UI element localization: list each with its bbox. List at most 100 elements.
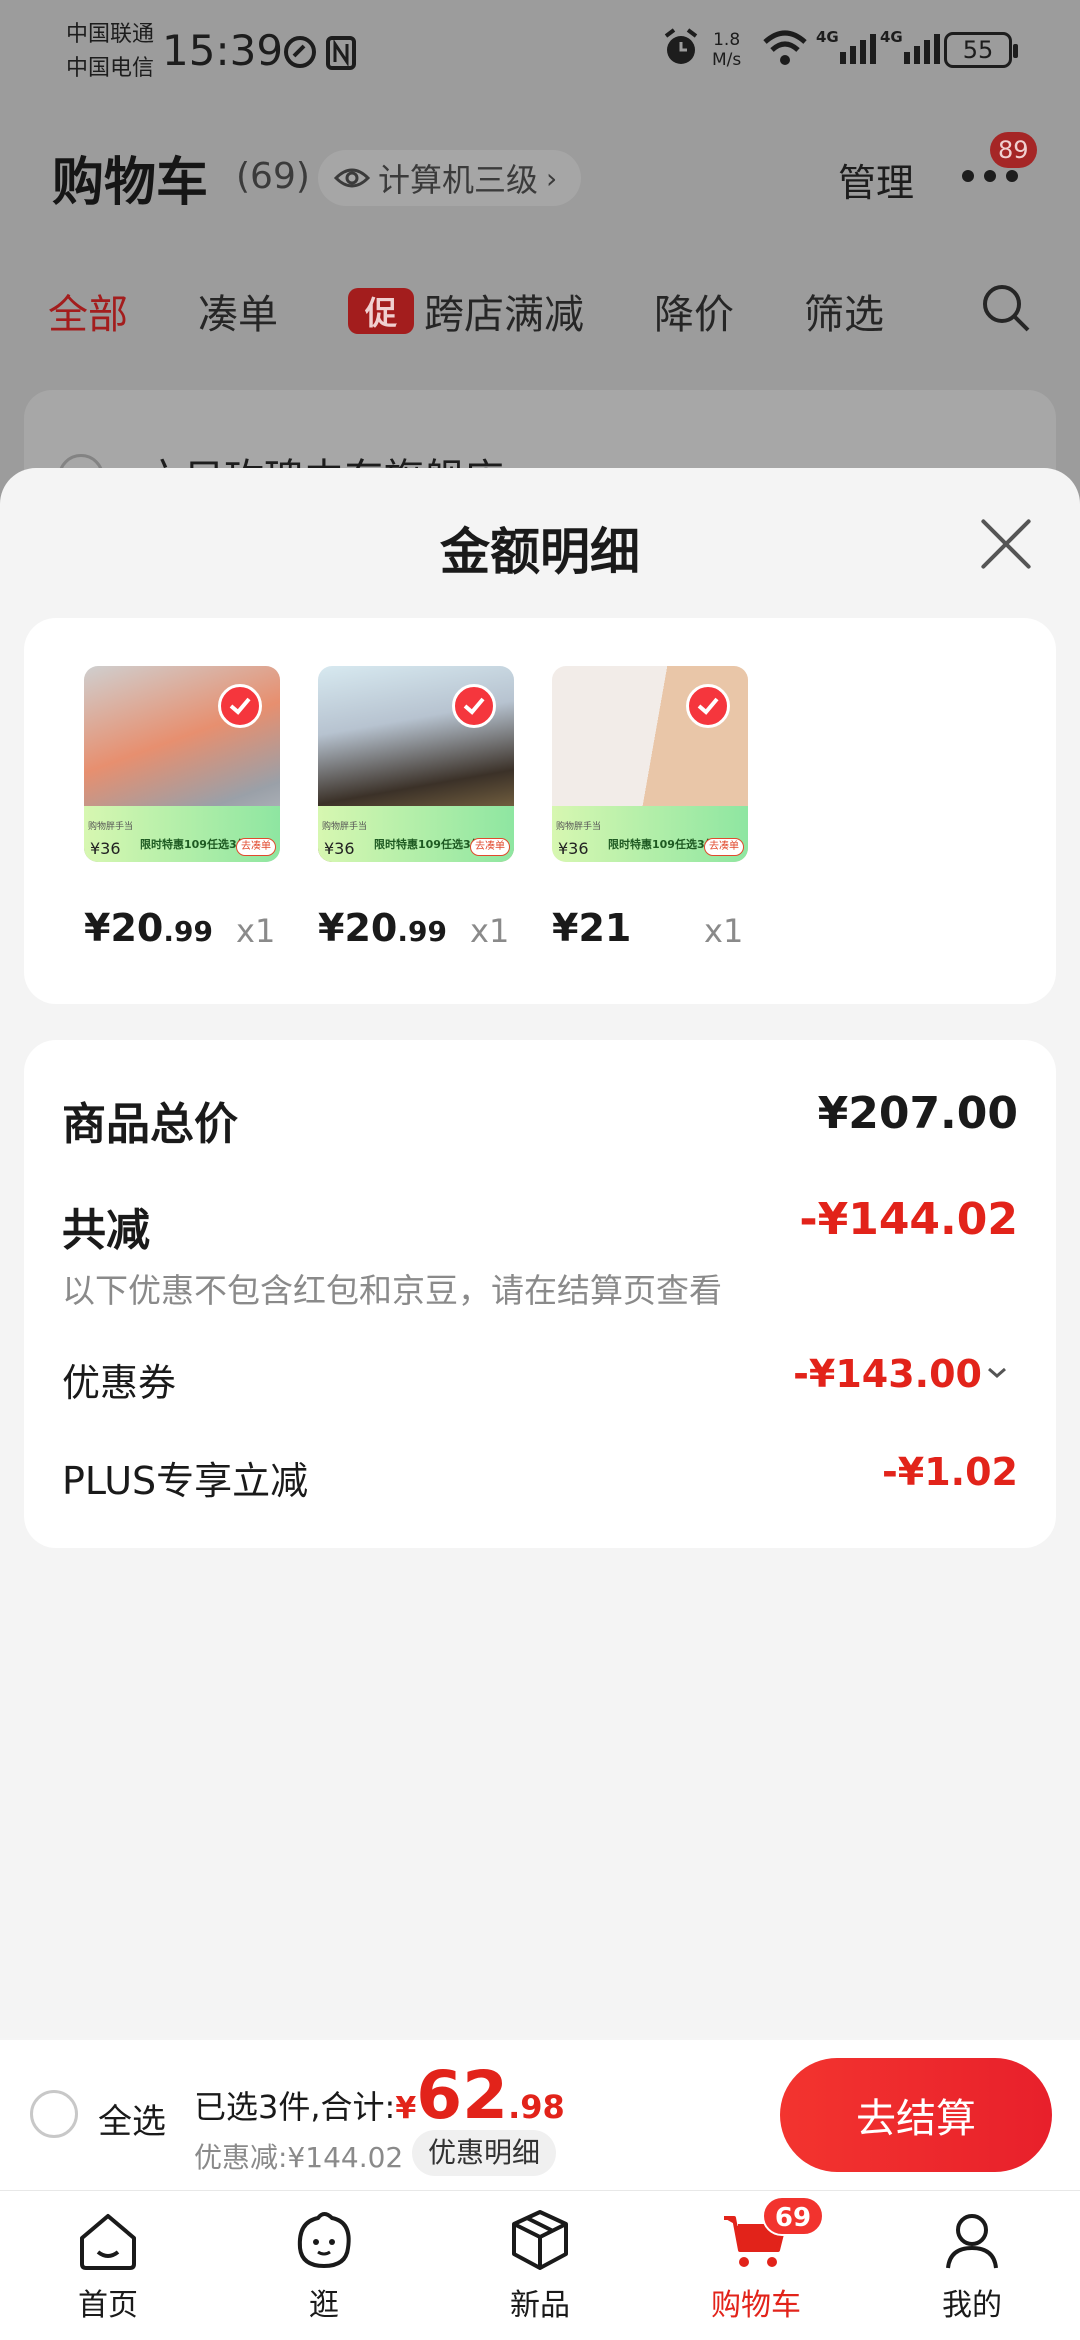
- sync-nfc-icon: [284, 36, 356, 70]
- product-qty: x1: [704, 912, 744, 950]
- cart-count: (69): [236, 156, 310, 197]
- check-icon[interactable]: [218, 684, 262, 728]
- product-price: ¥21: [552, 906, 631, 950]
- tab-profile-label: 我的: [942, 2288, 1002, 2323]
- signal-2: 4G: [880, 28, 940, 64]
- tab-explore[interactable]: 逛: [254, 2204, 394, 2324]
- total-int: 62: [416, 2057, 509, 2134]
- total-currency: ¥: [395, 2091, 417, 2126]
- net-speed-value: 1.8: [713, 30, 741, 50]
- price-dec: .99: [397, 915, 447, 948]
- net-speed-unit: M/s: [712, 50, 742, 70]
- product-qty: x1: [470, 912, 510, 950]
- tab-explore-label: 逛: [309, 2288, 339, 2323]
- promo-text: 限时特惠109任选3件: [374, 838, 482, 851]
- tab-cross-store[interactable]: 促 跨店满减: [348, 282, 584, 340]
- nfc-icons: [282, 32, 362, 76]
- tab-home-label: 首页: [78, 2288, 138, 2323]
- coupon-label: 优惠券: [62, 1361, 177, 1405]
- product-thumbnail[interactable]: 购物胖手当 ¥36 限时特惠109任选3件 去凑单: [552, 666, 748, 862]
- total-price-value: ¥207.00: [817, 1088, 1018, 1139]
- chevron-right-icon: ›: [546, 161, 558, 195]
- promo-small-text: 购物胖手当: [88, 822, 134, 832]
- level-pill[interactable]: 计算机三级 ›: [318, 150, 582, 206]
- tab-filter-label: 筛选: [804, 292, 884, 338]
- signal-bars-icon: [840, 34, 876, 64]
- tab-filter[interactable]: 筛选: [804, 282, 884, 340]
- close-icon[interactable]: [976, 514, 1036, 574]
- reduce-value: -¥144.02: [799, 1194, 1018, 1245]
- tab-new[interactable]: 新品: [470, 2204, 610, 2324]
- tab-new-label: 新品: [510, 2288, 570, 2323]
- price-int: ¥20: [84, 906, 164, 950]
- product-price: ¥20.99: [318, 906, 447, 950]
- tab-all[interactable]: 全部: [48, 282, 128, 340]
- total-line: 已选3件,合计: ¥ 62 .98: [194, 2060, 565, 2132]
- plus-reduce-value: -¥1.02: [882, 1450, 1018, 1494]
- checkout-button[interactable]: 去结算: [780, 2058, 1052, 2172]
- tab-combine[interactable]: 凑单: [198, 282, 278, 340]
- coupon-value[interactable]: -¥143.00: [793, 1352, 982, 1396]
- alarm-icon: [662, 28, 700, 72]
- carrier-2: 中国电信: [66, 56, 155, 81]
- new-box-icon: [512, 2210, 568, 2270]
- message-badge: 89: [990, 132, 1037, 168]
- promo-price: ¥36: [90, 839, 121, 858]
- discount-note: 以下优惠不包含红包和京豆，请在结算页查看: [62, 1271, 722, 1310]
- cart-badge: 69: [762, 2196, 824, 2236]
- promo-tag: 促: [348, 288, 414, 334]
- total-dec: .98: [508, 2088, 565, 2126]
- check-icon[interactable]: [686, 684, 730, 728]
- promo-tag: 去凑单: [704, 838, 744, 856]
- sheet-title: 金额明细: [440, 523, 640, 581]
- home-icon: [80, 2214, 136, 2270]
- price-int: ¥21: [552, 906, 632, 950]
- promo-tag: 去凑单: [236, 838, 276, 856]
- level-label: 计算机三级: [378, 161, 539, 199]
- tab-price-drop[interactable]: 降价: [654, 282, 734, 340]
- check-icon[interactable]: [452, 684, 496, 728]
- tab-profile[interactable]: 我的: [902, 2204, 1042, 2324]
- promo-small-text: 购物胖手当: [556, 822, 602, 832]
- promo-tag: 去凑单: [470, 838, 510, 856]
- select-all-label[interactable]: 全选: [98, 2094, 166, 2143]
- promo-price: ¥36: [324, 839, 355, 858]
- discount-detail-button[interactable]: 优惠明细: [412, 2130, 557, 2176]
- selected-summary: 已选3件,合计:: [194, 2088, 396, 2126]
- plus-reduce-label: PLUS专享立减: [62, 1459, 309, 1503]
- tab-all-label: 全部: [48, 292, 128, 338]
- product-thumbnail[interactable]: 购物胖手当 ¥36 限时特惠109任选3件 去凑单: [84, 666, 280, 862]
- checkout-button-label: 去结算: [856, 2096, 976, 2142]
- price-dec: .99: [163, 915, 213, 948]
- promo-text: 限时特惠109任选3件: [140, 838, 248, 851]
- filter-tabs: 全部 凑单 促 跨店满减 降价 筛选: [48, 282, 1048, 340]
- signal-bars-icon: [904, 34, 940, 64]
- tab-home[interactable]: 首页: [38, 2204, 178, 2324]
- tab-cart-label: 购物车: [711, 2288, 801, 2323]
- reduce-label: 共减: [62, 1205, 150, 1256]
- net-speed: 1.8 M/s: [712, 30, 741, 70]
- battery-indicator: 55: [944, 32, 1018, 68]
- chevron-down-icon[interactable]: [986, 1364, 1008, 1386]
- select-all-radio[interactable]: [30, 2090, 78, 2138]
- product-qty: x1: [236, 912, 276, 950]
- wifi-icon: [762, 30, 808, 70]
- promo-text: 限时特惠109任选3件: [608, 838, 716, 851]
- product-thumbnail[interactable]: 购物胖手当 ¥36 限时特惠109任选3件 去凑单: [318, 666, 514, 862]
- clock: 15:39: [162, 26, 284, 75]
- carrier-names: 中国联通 中国电信: [66, 18, 154, 86]
- profile-icon: [946, 2214, 998, 2269]
- carrier-1: 中国联通: [66, 22, 155, 47]
- eye-icon: [334, 168, 370, 188]
- more-menu-icon[interactable]: [962, 170, 1018, 182]
- tab-price-drop-label: 降价: [654, 292, 734, 338]
- product-price: ¥20.99: [84, 906, 213, 950]
- total-price-label: 商品总价: [62, 1099, 238, 1150]
- discount-total: 优惠减:¥144.02: [194, 2141, 404, 2174]
- tab-cross-store-label: 跨店满减: [424, 292, 584, 338]
- promo-small-text: 购物胖手当: [322, 822, 368, 832]
- price-int: ¥20: [318, 906, 398, 950]
- manage-button[interactable]: 管理: [838, 152, 914, 207]
- explore-icon: [297, 2212, 351, 2269]
- search-icon[interactable]: [980, 282, 1032, 338]
